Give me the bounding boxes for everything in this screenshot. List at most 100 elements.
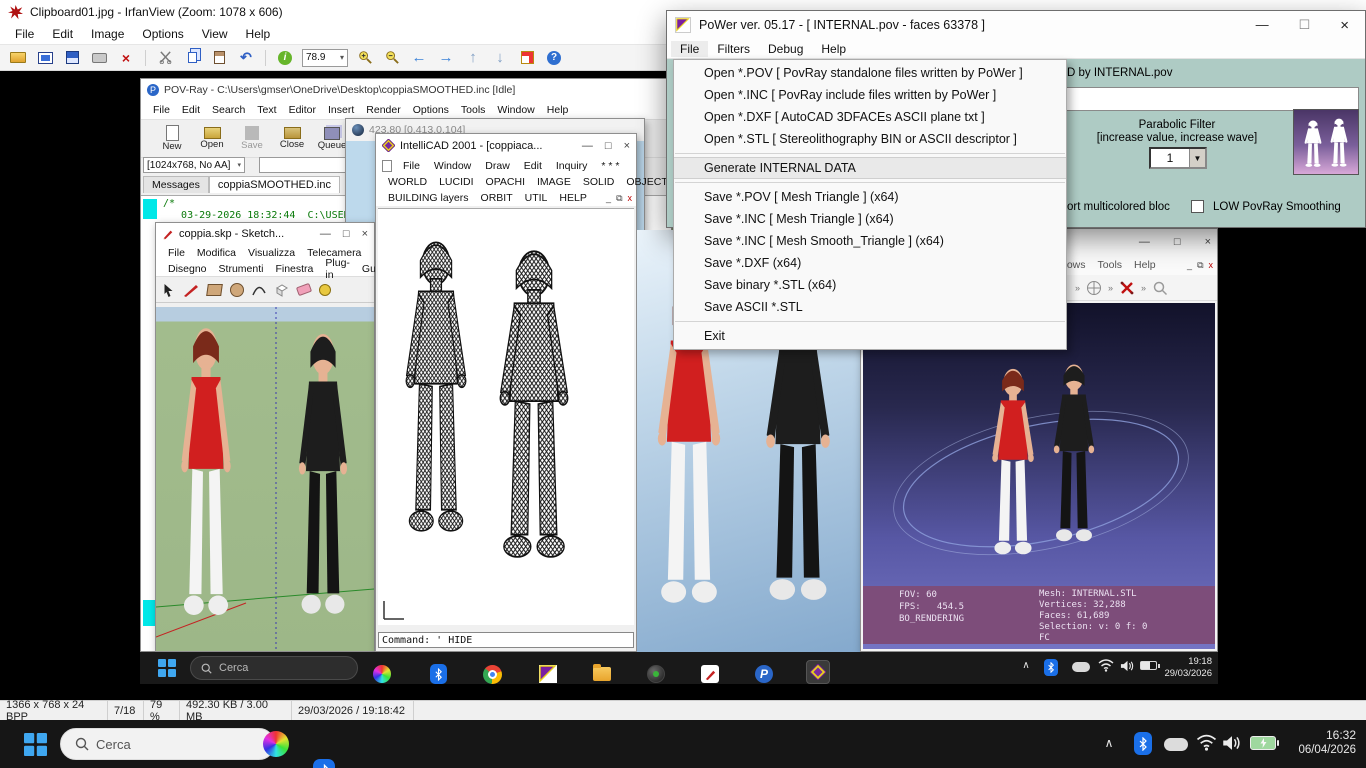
- render-preset-combobox[interactable]: [1024x768, No AA] ▾: [143, 157, 245, 173]
- tray-volume-icon[interactable]: [1222, 734, 1242, 752]
- power-menu-filters[interactable]: Filters: [708, 41, 759, 57]
- minimize-icon[interactable]: —: [1256, 17, 1269, 34]
- circle-tool-icon[interactable]: [230, 283, 244, 297]
- minimize-icon[interactable]: —: [320, 228, 331, 240]
- maximize-icon[interactable]: ☐: [1299, 17, 1311, 34]
- delete-icon[interactable]: ×: [116, 49, 136, 67]
- undo-icon[interactable]: ↶: [236, 49, 256, 67]
- sketchup-viewport[interactable]: [156, 307, 374, 651]
- menu-item-save-dxf[interactable]: Save *.DXF (x64): [674, 252, 1066, 274]
- intellicad-menu-item[interactable]: IMAGE: [531, 175, 577, 189]
- search-input[interactable]: Cerca: [60, 728, 275, 760]
- batch-icon[interactable]: [517, 49, 537, 67]
- start-button-icon[interactable]: [24, 733, 47, 756]
- menu-item-save-pov[interactable]: Save *.POV [ Mesh Triangle ] (x64): [674, 186, 1066, 208]
- power-app-icon[interactable]: [538, 664, 558, 684]
- close-icon[interactable]: ×: [362, 228, 368, 240]
- zoom-out-icon[interactable]: [382, 49, 402, 67]
- tray-chevron-icon[interactable]: ∧: [1100, 736, 1118, 750]
- intellicad-menu-item[interactable]: BUILDING layers: [382, 191, 475, 205]
- intellicad-menu-item[interactable]: HELP: [553, 191, 592, 205]
- sketchup-menu-item[interactable]: Finestra: [269, 262, 319, 276]
- line-tool-icon[interactable]: [183, 283, 199, 297]
- intellicad-menu-item[interactable]: File: [397, 159, 426, 173]
- povray-menu-item[interactable]: Edit: [176, 103, 206, 117]
- help-icon[interactable]: ?: [544, 49, 564, 67]
- mdi-restore-icon[interactable]: ⧉: [1197, 260, 1203, 271]
- render-args-combobox[interactable]: [259, 157, 351, 173]
- sketchup-menu-item[interactable]: Plug-in: [319, 256, 356, 282]
- intellicad-menu-item[interactable]: Inquiry: [550, 159, 594, 173]
- bluetooth-icon[interactable]: [310, 758, 338, 768]
- povray-menu-item[interactable]: Window: [491, 103, 540, 117]
- povray-app-icon[interactable]: P: [754, 664, 774, 684]
- parabolic-filter-select[interactable]: 1 ▼: [1149, 147, 1207, 169]
- power-menu-debug[interactable]: Debug: [759, 41, 812, 57]
- color-wheel-icon[interactable]: [262, 730, 290, 758]
- outer-clock[interactable]: 16:32 06/04/2026: [1284, 728, 1356, 757]
- select-tool-icon[interactable]: [162, 283, 175, 297]
- overflow-chevron-icon[interactable]: »: [1075, 283, 1080, 293]
- povray-menu-item[interactable]: Tools: [455, 103, 492, 117]
- mdi-close-icon[interactable]: x: [628, 193, 633, 204]
- copy-icon[interactable]: [182, 49, 202, 67]
- thumbnails-icon[interactable]: [35, 49, 55, 67]
- document-icon[interactable]: [382, 160, 392, 172]
- povray-menu-item[interactable]: Options: [407, 103, 455, 117]
- tray-onedrive-icon[interactable]: [1164, 738, 1188, 751]
- tray-onedrive-icon[interactable]: [1072, 662, 1090, 672]
- intellicad-menu-item[interactable]: WORLD: [382, 175, 433, 189]
- tray-chevron-icon[interactable]: ∧: [1018, 660, 1034, 671]
- maximize-icon[interactable]: □: [1174, 236, 1181, 248]
- povray-menu-item[interactable]: Render: [360, 103, 406, 117]
- power-menu-file[interactable]: File: [671, 41, 708, 57]
- info-icon[interactable]: i: [275, 49, 295, 67]
- stl-viewer-viewport[interactable]: FOV: 60FPS: 454.5BO_RENDERING Mesh: INTE…: [863, 303, 1215, 649]
- cut-icon[interactable]: [155, 49, 175, 67]
- tab-file[interactable]: coppiaSMOOTHED.inc: [209, 176, 340, 193]
- intellicad-menu-item[interactable]: Window: [428, 159, 477, 173]
- maximize-icon[interactable]: □: [605, 140, 612, 152]
- intellicad-menu-item[interactable]: SOLID: [577, 175, 621, 189]
- rectangle-tool-icon[interactable]: [206, 284, 223, 296]
- povray-menu-item[interactable]: Editor: [283, 103, 322, 117]
- tray-wifi-icon[interactable]: [1196, 733, 1217, 751]
- tray-volume-icon[interactable]: [1120, 659, 1135, 673]
- menu-item-exit[interactable]: Exit: [674, 325, 1066, 347]
- intellicad-canvas[interactable]: [378, 208, 634, 625]
- menu-item-open-inc[interactable]: Open *.INC [ PovRay include files writte…: [674, 84, 1066, 106]
- close-icon[interactable]: ×: [624, 140, 630, 152]
- print-icon[interactable]: [89, 49, 109, 67]
- stl-menu-item[interactable]: Tools: [1092, 258, 1129, 272]
- power-titlebar[interactable]: PoWer ver. 05.17 - [ INTERNAL.pov - face…: [667, 11, 1365, 39]
- first-image-icon[interactable]: ↑: [463, 49, 483, 67]
- povray-menu-item[interactable]: Search: [206, 103, 251, 117]
- mdi-minimize-icon[interactable]: _: [1187, 260, 1192, 271]
- overflow-chevron-icon[interactable]: »: [1141, 283, 1146, 293]
- zoom-combobox[interactable]: 78.9 ▾: [302, 49, 348, 67]
- mdi-minimize-icon[interactable]: _: [606, 193, 611, 204]
- zoom-in-icon[interactable]: [355, 49, 375, 67]
- mdi-close-icon[interactable]: x: [1209, 260, 1214, 271]
- sketchup-titlebar[interactable]: coppia.skp - Sketch... —□×: [156, 223, 374, 245]
- menu-item-open-dxf[interactable]: Open *.DXF [ AutoCAD 3DFACEs ASCII plane…: [674, 106, 1066, 128]
- open-button[interactable]: Open: [195, 120, 229, 157]
- menu-help[interactable]: Help: [237, 25, 280, 43]
- intellicad-menu-item[interactable]: * * *: [595, 159, 625, 173]
- inner-clock[interactable]: 19:18 29/03/2026: [1156, 656, 1212, 680]
- orbit-globe-icon[interactable]: [1086, 280, 1102, 296]
- povray-menu-item[interactable]: Insert: [322, 103, 360, 117]
- intellicad-menu-item[interactable]: ORBIT: [475, 191, 519, 205]
- povray-menu-item[interactable]: File: [147, 103, 176, 117]
- queue-button[interactable]: Queue: [315, 120, 349, 157]
- menu-item-generate-internal-data[interactable]: Generate INTERNAL DATA: [674, 157, 1066, 179]
- intellicad-menu-item[interactable]: LUCIDI: [433, 175, 479, 189]
- menu-item-save-ascii-stl[interactable]: Save ASCII *.STL: [674, 296, 1066, 318]
- menu-file[interactable]: File: [6, 25, 43, 43]
- tray-bluetooth-icon[interactable]: [1044, 659, 1058, 676]
- sketchup-menu-item[interactable]: Strumenti: [213, 262, 270, 276]
- bluetooth-icon[interactable]: [428, 664, 448, 684]
- povray-menu-item[interactable]: Help: [541, 103, 575, 117]
- menu-image[interactable]: Image: [82, 25, 133, 43]
- intellicad-menu-item[interactable]: Edit: [518, 159, 548, 173]
